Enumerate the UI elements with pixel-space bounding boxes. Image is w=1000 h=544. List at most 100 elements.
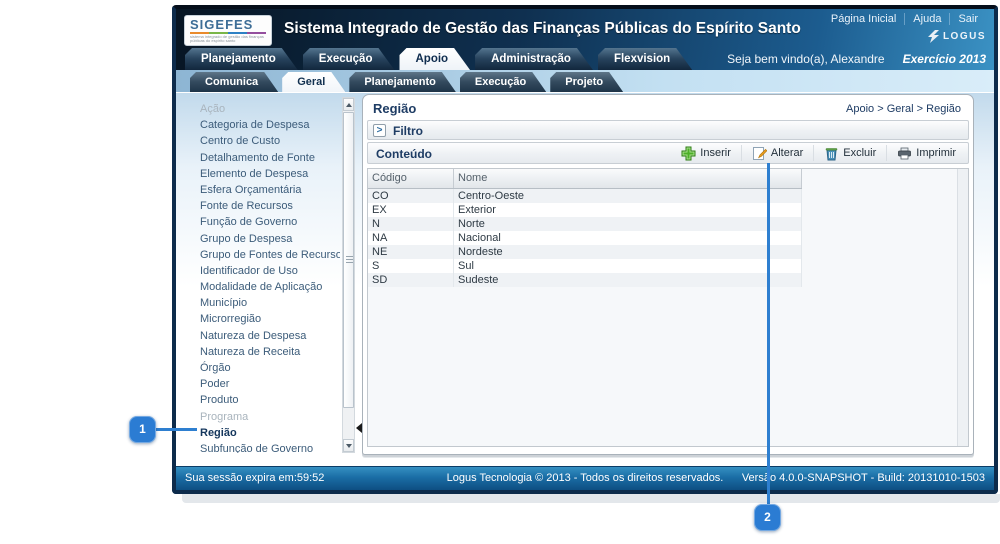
subtab-geral[interactable]: Geral	[282, 72, 345, 92]
breadcrumb: Apoio > Geral > Região	[846, 103, 961, 115]
edit-button[interactable]: Alterar	[740, 145, 813, 161]
sidebar-item-esfera-orçamentária[interactable]: Esfera Orçamentária	[176, 182, 340, 198]
sidebar-item-município[interactable]: Município	[176, 295, 340, 311]
data-grid: Código Nome CO Centro-Oeste EX Exterior N Nort…	[367, 168, 969, 447]
cell-nome: Centro-Oeste	[454, 189, 802, 203]
app-window: SIGEFES sistema integrado de gestão das …	[172, 5, 998, 494]
sidebar-item-programa: Programa	[200, 410, 249, 423]
sidebar-item-grupo-de-despesa[interactable]: Grupo de Despesa	[176, 231, 340, 247]
cell-codigo: NA	[368, 231, 454, 245]
insert-label: Inserir	[700, 147, 731, 159]
main-panel: Região Apoio > Geral > Região > Filtro C…	[362, 94, 974, 455]
delete-trash-icon	[825, 147, 838, 160]
cell-nome: Exterior	[454, 203, 802, 217]
sidebar-item-subfunção-de-governo[interactable]: Subfunção de Governo	[176, 441, 340, 453]
tab-flexvision[interactable]: Flexvision	[598, 48, 692, 70]
sub-tabs-bar: Comunica Geral Planejamento Execução Projeto	[176, 70, 994, 93]
logus-lightning-icon	[927, 30, 939, 43]
sidebar-list: Ação Categoria de Despesa Centro de Custo D…	[176, 101, 340, 453]
cell-codigo: EX	[368, 203, 454, 217]
sigefes-logo: SIGEFES sistema integrado de gestão das …	[184, 15, 272, 46]
header-links: Página Inicial Ajuda Sair	[823, 13, 986, 25]
page-title: Região	[373, 101, 417, 116]
subtab-execução[interactable]: Execução	[460, 72, 546, 92]
cell-nome: Sudeste	[454, 273, 802, 287]
cell-nome: Nacional	[454, 231, 802, 245]
app-header: SIGEFES sistema integrado de gestão das …	[176, 9, 994, 70]
subtab-planejamento[interactable]: Planejamento	[349, 72, 456, 92]
tab-apoio[interactable]: Apoio	[399, 48, 470, 70]
sidebar-item-centro-de-custo[interactable]: Centro de Custo	[176, 133, 340, 149]
table-row-sd[interactable]: SD Sudeste	[368, 273, 802, 287]
table-row-ex[interactable]: EX Exterior	[368, 203, 802, 217]
sidebar-item-produto[interactable]: Produto	[176, 392, 340, 408]
sidebar-item-identificador-de-uso[interactable]: Identificador de Uso	[176, 263, 340, 279]
sidebar-item-natureza-de-despesa[interactable]: Natureza de Despesa	[176, 328, 340, 344]
sidebar-item-órgão[interactable]: Órgão	[176, 360, 340, 376]
delete-button[interactable]: Excluir	[813, 145, 886, 161]
insert-plus-icon	[681, 146, 696, 160]
window-shadow	[182, 494, 1000, 503]
sidebar-item-fonte-de-recursos[interactable]: Fonte de Recursos	[176, 198, 340, 214]
grid-header: Código Nome	[368, 169, 802, 189]
print-button[interactable]: Imprimir	[886, 145, 966, 161]
grid-scroll-gutter	[957, 169, 968, 446]
sidebar-item-grupo-de-fontes-de-recursos[interactable]: Grupo de Fontes de Recursos	[176, 247, 340, 263]
callout-badge-1: 1	[129, 416, 156, 443]
subtab-projeto[interactable]: Projeto	[550, 72, 623, 92]
sub-tabs: Comunica Geral Planejamento Execução Projeto	[190, 72, 627, 92]
tab-administração[interactable]: Administração	[475, 48, 593, 70]
content-label: Conteúdo	[376, 147, 432, 161]
sidebar-item-região[interactable]: Região	[176, 425, 340, 441]
header-link-sair[interactable]: Sair	[949, 13, 986, 25]
sidebar-item-poder[interactable]: Poder	[176, 376, 340, 392]
table-row-na[interactable]: NA Nacional	[368, 231, 802, 245]
cell-nome: Sul	[454, 259, 802, 273]
filter-bar: > Filtro	[367, 120, 969, 140]
column-header-código[interactable]: Código	[368, 169, 454, 188]
insert-button[interactable]: Inserir	[671, 145, 741, 161]
app-footer: Sua sessão expira em:59:52 Logus Tecnolo…	[176, 466, 994, 490]
table-row-n[interactable]: N Norte	[368, 217, 802, 231]
main-menu-bar: Planejamento Execução Apoio Administração Fl…	[176, 47, 994, 70]
sidebar-item-função-de-governo[interactable]: Função de Governo	[176, 214, 340, 230]
cell-nome: Nordeste	[454, 245, 802, 259]
print-label: Imprimir	[916, 147, 956, 159]
cell-codigo: CO	[368, 189, 454, 203]
logus-logo: LOGUS	[927, 30, 986, 43]
subtab-comunica[interactable]: Comunica	[190, 72, 278, 92]
tab-execução[interactable]: Execução	[303, 48, 395, 70]
header-link-página-inicial[interactable]: Página Inicial	[823, 13, 904, 25]
sidebar-item-microrregião[interactable]: Microrregião	[176, 311, 340, 327]
arrow-down-icon	[345, 443, 352, 448]
scroll-down-button[interactable]	[343, 439, 354, 452]
table-row-s[interactable]: S Sul	[368, 259, 802, 273]
edit-pencil-icon	[752, 146, 767, 160]
sidebar-item-modalidade-de-aplicação[interactable]: Modalidade de Aplicação	[176, 279, 340, 295]
sidebar: Ação Categoria de Despesa Centro de Custo D…	[176, 93, 362, 466]
sidebar-scrollbar[interactable]	[342, 97, 355, 453]
arrow-up-icon	[345, 102, 352, 107]
version-text: Versão 4.0.0-SNAPSHOT - Build: 20131010-…	[741, 472, 985, 484]
scroll-up-button[interactable]	[343, 98, 354, 111]
scrollbar-thumb[interactable]	[343, 112, 354, 408]
page: SIGEFES sistema integrado de gestão das …	[0, 0, 1000, 544]
content-area: Ação Categoria de Despesa Centro de Custo D…	[176, 93, 994, 466]
tab-planejamento[interactable]: Planejamento	[185, 48, 298, 70]
sidebar-item-categoria-de-despesa[interactable]: Categoria de Despesa	[176, 117, 340, 133]
sidebar-item-natureza-de-receita[interactable]: Natureza de Receita	[176, 344, 340, 360]
cell-codigo: NE	[368, 245, 454, 259]
sidebar-item-detalhamento-de-fonte[interactable]: Detalhamento de Fonte	[176, 150, 340, 166]
table-row-ne[interactable]: NE Nordeste	[368, 245, 802, 259]
header-link-ajuda[interactable]: Ajuda	[904, 13, 949, 25]
content-toolbar: Conteúdo Inserir Alterar Excluir Imprimi…	[367, 142, 969, 164]
sidebar-item-elemento-de-despesa[interactable]: Elemento de Despesa	[176, 166, 340, 182]
cell-codigo: SD	[368, 273, 454, 287]
column-header-nome[interactable]: Nome	[454, 169, 802, 188]
cell-codigo: N	[368, 217, 454, 231]
table-row-co[interactable]: CO Centro-Oeste	[368, 189, 802, 203]
exercise-year: Exercício 2013	[902, 52, 986, 66]
logus-logo-text: LOGUS	[942, 31, 986, 42]
sigefes-logo-text: SIGEFES	[190, 17, 254, 32]
filter-expander-icon[interactable]: >	[373, 124, 386, 137]
